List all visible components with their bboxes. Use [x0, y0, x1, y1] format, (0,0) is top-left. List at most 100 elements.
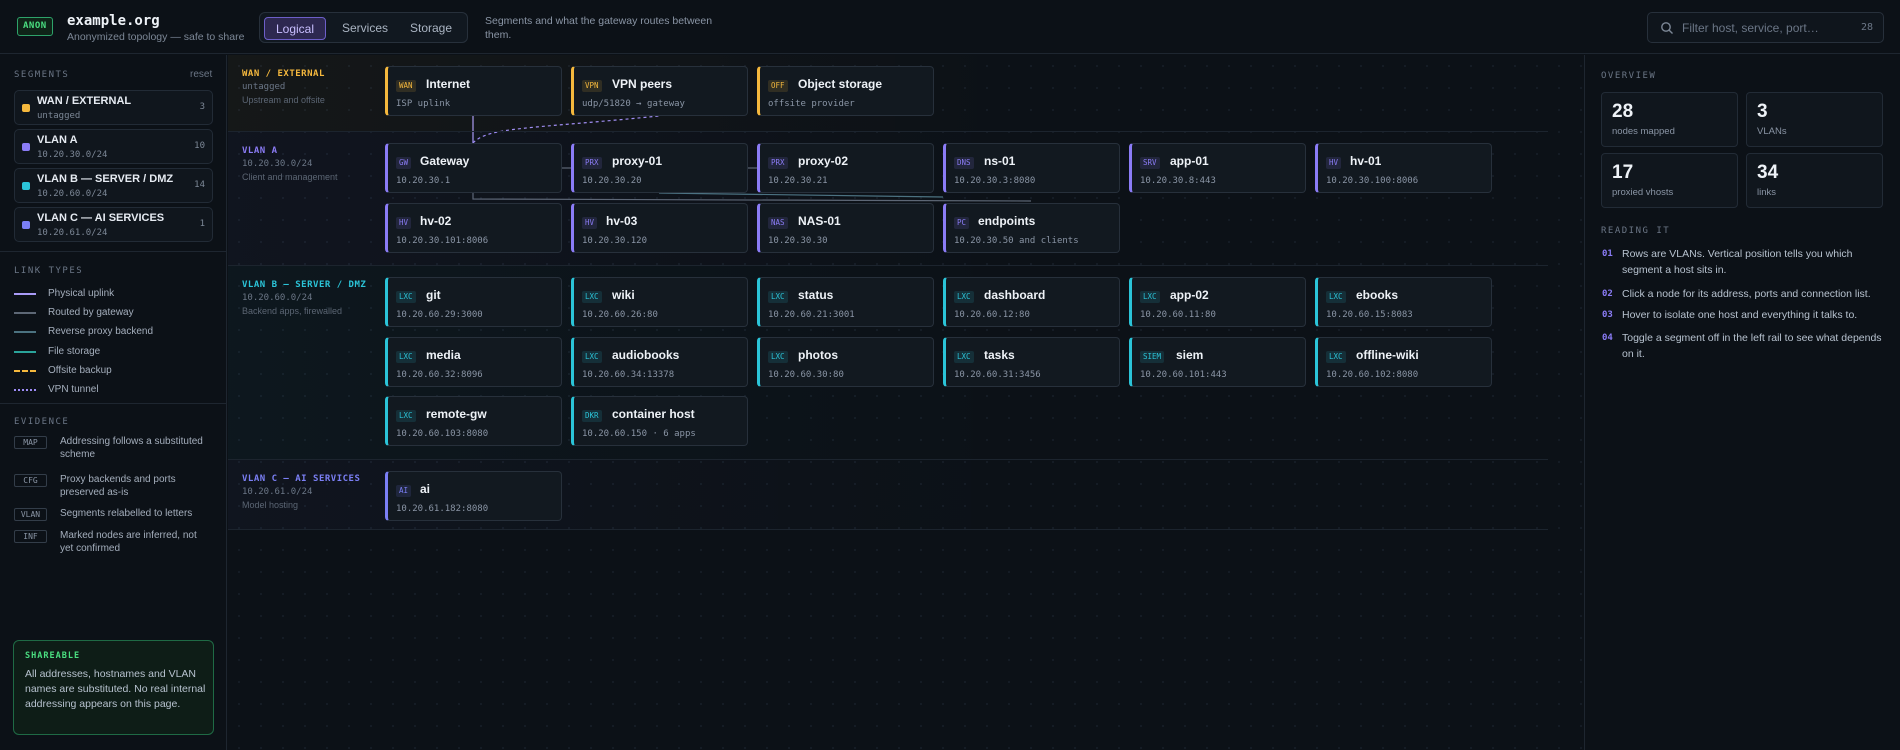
- node-card[interactable]: NAS NAS-01 10.20.30.30: [757, 203, 934, 253]
- node-card[interactable]: OFF Object storage offsite provider: [757, 66, 934, 116]
- link-type-label: Physical uplink: [48, 288, 115, 299]
- link-line-swatch: [14, 389, 36, 391]
- node-card[interactable]: SIEM siem 10.20.60.101:443: [1129, 337, 1306, 387]
- stat-card: 28 nodes mapped: [1601, 92, 1738, 147]
- step-text: Hover to isolate one host and everything…: [1622, 309, 1858, 321]
- node-card[interactable]: LXC dashboard 10.20.60.12:80: [943, 277, 1120, 327]
- node-card[interactable]: AI ai 10.20.61.182:8080: [385, 471, 562, 521]
- topology-canvas: WAN / EXTERNAL untagged Upstream and offsi…: [228, 55, 1583, 750]
- segment-color-swatch: [22, 143, 30, 151]
- node-card[interactable]: PRX proxy-02 10.20.30.21: [757, 143, 934, 193]
- anon-badge: ANON: [17, 17, 53, 36]
- node-card[interactable]: VPN VPN peers udp/51820 → gateway: [571, 66, 748, 116]
- node-address: 10.20.60.15:8083: [1326, 310, 1413, 320]
- node-card[interactable]: LXC offline-wiki 10.20.60.102:8080: [1315, 337, 1492, 387]
- node-address: 10.20.60.34:13378: [582, 370, 675, 380]
- segment-item[interactable]: WAN / EXTERNAL untagged 3: [14, 90, 213, 125]
- node-card[interactable]: LXC status 10.20.60.21:3001: [757, 277, 934, 327]
- stat-label: VLANs: [1757, 126, 1787, 137]
- segment-item[interactable]: VLAN C — AI SERVICES 10.20.61.0/24 1: [14, 207, 213, 242]
- node-card[interactable]: LXC audiobooks 10.20.60.34:13378: [571, 337, 748, 387]
- segments-title: SEGMENTS: [14, 70, 70, 80]
- node-card[interactable]: GW Gateway 10.20.30.1: [385, 143, 562, 193]
- segment-color-swatch: [22, 104, 30, 112]
- node-address: 10.20.60.103:8080: [396, 429, 489, 439]
- search-input[interactable]: Filter host, service, port…: [1682, 21, 1819, 35]
- node-card[interactable]: PRX proxy-01 10.20.30.20: [571, 143, 748, 193]
- node-card[interactable]: LXC app-02 10.20.60.11:80: [1129, 277, 1306, 327]
- node-name: dashboard: [984, 288, 1046, 302]
- segment-name: VLAN C — AI SERVICES: [37, 212, 165, 224]
- band-name: VLAN A: [242, 146, 278, 156]
- segment-subnet: untagged: [37, 111, 81, 121]
- band-description: Upstream and offsite: [242, 95, 325, 105]
- evidence-item: INF Marked nodes are inferred, not yet co…: [14, 529, 214, 559]
- step-text: Toggle a segment off in the left rail to…: [1622, 332, 1882, 360]
- view-description: Segments and what the gateway routes bet…: [485, 15, 713, 41]
- node-name: ns-01: [984, 154, 1016, 168]
- node-card[interactable]: LXC wiki 10.20.60.26:80: [571, 277, 748, 327]
- evidence-text: Segments relabelled to letters: [60, 508, 193, 519]
- vlan-band: WAN / EXTERNAL untagged Upstream and offsi…: [228, 55, 1548, 132]
- divider: [0, 251, 227, 252]
- node-card[interactable]: HV hv-01 10.20.30.100:8006: [1315, 143, 1492, 193]
- band-description: Backend apps, firewalled: [242, 306, 343, 316]
- tab-services[interactable]: Services: [333, 17, 397, 40]
- segment-item[interactable]: VLAN B — SERVER / DMZ 10.20.60.0/24 14: [14, 168, 213, 203]
- node-name: Gateway: [420, 154, 470, 168]
- link-line-swatch: [14, 293, 36, 295]
- node-type-tag: LXC: [582, 291, 602, 303]
- node-name: offline-wiki: [1356, 348, 1419, 362]
- node-card[interactable]: LXC photos 10.20.60.30:80: [757, 337, 934, 387]
- node-card[interactable]: LXC git 10.20.60.29:3000: [385, 277, 562, 327]
- node-name: Internet: [426, 77, 471, 91]
- stat-card: 34 links: [1746, 153, 1883, 208]
- top-header: ANON example.org Anonymized topology — s…: [0, 0, 1900, 54]
- link-type-item: Physical uplink: [14, 287, 214, 301]
- node-address: 10.20.30.101:8006: [396, 236, 489, 246]
- band-description: Model hosting: [242, 500, 299, 510]
- segment-count: 3: [199, 102, 205, 112]
- segment-item[interactable]: VLAN A 10.20.30.0/24 10: [14, 129, 213, 164]
- step-text: Click a node for its address, ports and …: [1622, 288, 1871, 300]
- vlan-band: VLAN A 10.20.30.0/24 Client and management…: [228, 132, 1548, 266]
- vlan-band: VLAN C — AI SERVICES 10.20.61.0/24 Model h…: [228, 460, 1548, 530]
- node-card[interactable]: DKR container host 10.20.60.150 · 6 apps: [571, 396, 748, 446]
- band-label: VLAN C — AI SERVICES 10.20.61.0/24 Model h…: [242, 474, 360, 510]
- evidence-tag: MAP: [14, 436, 47, 449]
- node-name: status: [798, 288, 834, 302]
- link-type-label: Routed by gateway: [48, 307, 134, 319]
- segment-name: VLAN A: [37, 134, 78, 146]
- reset-link[interactable]: reset: [190, 69, 212, 80]
- view-tabs: Logical Services Storage: [259, 12, 468, 43]
- link-type-item: Routed by gateway: [14, 306, 214, 320]
- node-card[interactable]: LXC tasks 10.20.60.31:3456: [943, 337, 1120, 387]
- evidence-tag: VLAN: [14, 508, 47, 521]
- node-type-tag: LXC: [1140, 291, 1160, 303]
- node-address: 10.20.60.26:80: [582, 310, 658, 320]
- search-box[interactable]: Filter host, service, port… 28: [1647, 12, 1884, 43]
- node-card[interactable]: PC endpoints 10.20.30.50 and clients: [943, 203, 1120, 253]
- node-address: 10.20.30.21: [768, 176, 828, 186]
- node-type-tag: LXC: [954, 351, 974, 363]
- node-card[interactable]: LXC remote-gw 10.20.60.103:8080: [385, 396, 562, 446]
- link-type-label: VPN tunnel: [48, 384, 99, 395]
- left-rail: SEGMENTS reset WAN / EXTERNAL untagged 3 VL…: [0, 55, 227, 750]
- link-type-label: Offsite backup: [48, 364, 112, 376]
- node-card[interactable]: SRV app-01 10.20.30.8:443: [1129, 143, 1306, 193]
- node-card[interactable]: HV hv-03 10.20.30.120: [571, 203, 748, 253]
- stat-value: 3: [1757, 101, 1768, 122]
- node-card[interactable]: DNS ns-01 10.20.30.3:8080: [943, 143, 1120, 193]
- shareable-text: All addresses, hostnames and VLAN names …: [25, 668, 206, 710]
- node-card[interactable]: LXC media 10.20.60.32:8096: [385, 337, 562, 387]
- reading-step: 01 Rows are VLANs. Vertical position tell…: [1602, 246, 1892, 278]
- node-card[interactable]: LXC ebooks 10.20.60.15:8083: [1315, 277, 1492, 327]
- node-card[interactable]: WAN Internet ISP uplink: [385, 66, 562, 116]
- node-address: 10.20.61.182:8080: [396, 504, 489, 514]
- tab-storage[interactable]: Storage: [400, 17, 462, 40]
- node-type-tag: WAN: [396, 80, 416, 92]
- node-type-tag: SRV: [1140, 157, 1160, 169]
- node-card[interactable]: HV hv-02 10.20.30.101:8006: [385, 203, 562, 253]
- step-text: Rows are VLANs. Vertical position tells …: [1622, 248, 1853, 276]
- tab-logical[interactable]: Logical: [264, 17, 326, 40]
